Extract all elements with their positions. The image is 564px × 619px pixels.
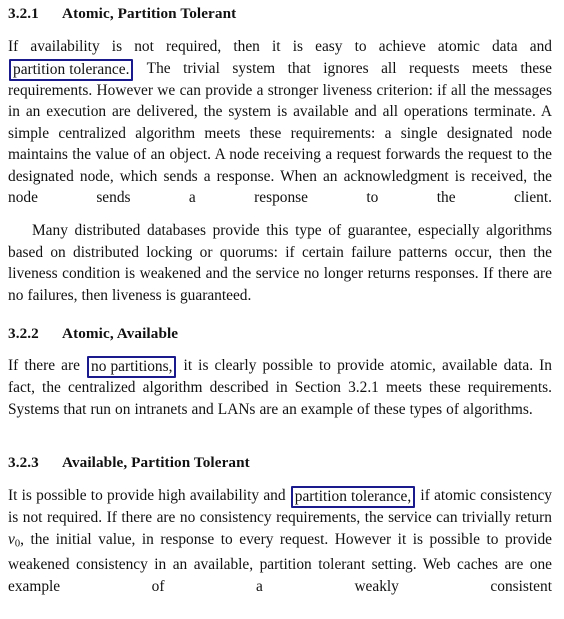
paragraph-text-run: The trivial system that ignores all requ… (8, 59, 552, 207)
section-number: 3.2.2 (8, 325, 39, 342)
section-heading-3-2-3: 3.2.3 Available, Partition Tolerant (8, 455, 552, 470)
section-title: Available, Partition Tolerant (62, 454, 250, 471)
annotation-box-partition-tolerance-1[interactable]: partition tolerance. (9, 58, 134, 81)
section-title: Atomic, Partition Tolerant (62, 5, 237, 22)
paragraph-3-2-2: If there are no partitions, it is clearl… (8, 355, 552, 420)
paragraph-3-2-1-first: If availability is not required, then it… (8, 36, 552, 230)
annotation-box-no-partitions[interactable]: no partitions, (87, 356, 177, 378)
section-number: 3.2.1 (8, 5, 39, 22)
math-base: v (8, 530, 15, 548)
paragraph-3-2-3: It is possible to provide high availabil… (8, 485, 552, 619)
document-page: 3.2.1 Atomic, Partition Tolerant If avail… (0, 0, 564, 600)
section-number: 3.2.3 (8, 454, 39, 471)
section-heading-3-2-1: 3.2.1 Atomic, Partition Tolerant (8, 6, 552, 21)
section-title: Atomic, Available (62, 325, 179, 342)
paragraph-text-run: Many distributed databases provide this … (8, 222, 552, 304)
paragraph-text-run: If availability is not required, then it… (8, 38, 552, 55)
paragraph-3-2-1-second: Many distributed databases provide this … (8, 220, 552, 306)
section-heading-3-2-2: 3.2.2 Atomic, Available (8, 326, 552, 341)
annotation-box-partition-tolerance-2[interactable]: partition tolerance, (290, 486, 416, 508)
math-variable-v0: v0 (8, 530, 20, 549)
paragraph-text-run: , the initial value, in response to ever… (8, 530, 552, 595)
paragraph-text-run: It is possible to provide high availabil… (8, 487, 290, 504)
paragraph-text-run: If there are (8, 357, 87, 374)
